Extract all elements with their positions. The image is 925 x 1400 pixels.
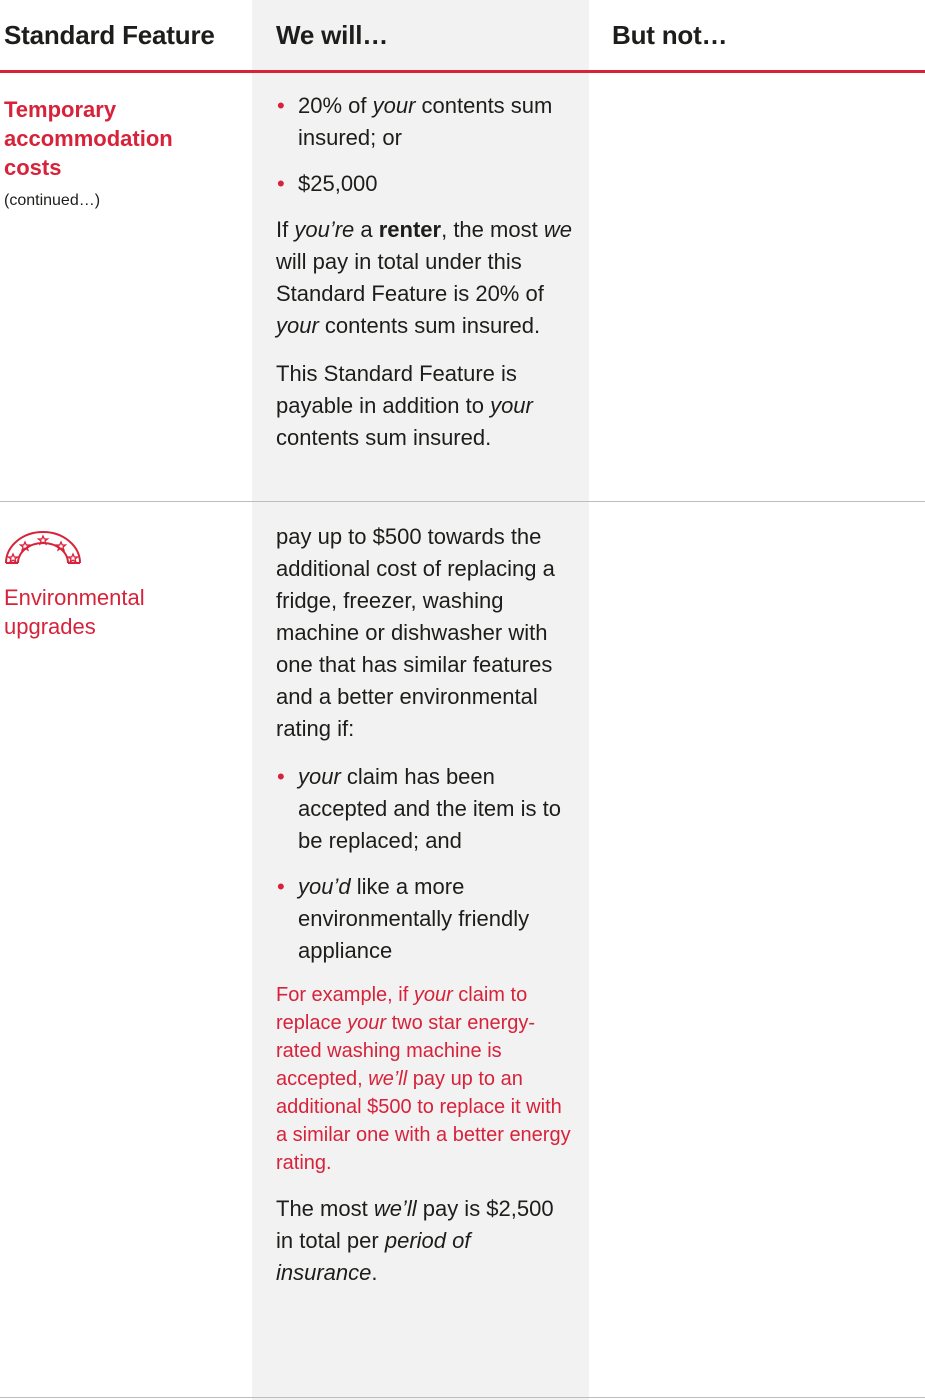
feature-temporary-accommodation: Temporary accommodation costs (continued… [4,95,234,212]
example-paragraph: For example, if your claim to replace yo… [276,984,571,1174]
row-divider [0,1397,925,1398]
feature-title: Environmental upgrades [4,585,145,639]
continued-note: (continued…) [4,192,101,209]
list-item: • 20% of your contents sum insured; or [276,90,576,154]
bullet-icon: • [277,93,285,118]
bullet-icon: • [277,874,285,899]
list-item: • your claim has been accepted and the it… [276,761,576,857]
row2-bullet-list: • your claim has been accepted and the it… [276,761,576,967]
feature-environmental-upgrades: Environmental upgrades [4,583,234,641]
header-standard-feature: Standard Feature [4,19,215,50]
bullet-icon: • [277,171,285,196]
energy-rating-stars-icon [2,527,84,571]
bullet-icon: • [277,764,285,789]
header-but-not: But not… [612,19,728,50]
additional-payable-paragraph: This Standard Feature is payable in addi… [276,361,533,450]
environmental-intro: pay up to $500 towards the additional co… [276,524,555,741]
row2-we-will-cell: pay up to $500 towards the additional co… [276,521,576,1305]
feature-title: Temporary accommodation costs [4,97,173,180]
limit-paragraph: The most we’ll pay is $2,500 in total pe… [276,1196,554,1285]
list-item: • you’d like a more environmentally frien… [276,871,576,967]
policy-table-page: Standard Feature We will… But not… Tempo… [0,0,925,1400]
row1-we-will-cell: • 20% of your contents sum insured; or • $… [276,90,576,470]
row1-bullet-list: • 20% of your contents sum insured; or • $… [276,90,576,200]
row-divider [0,501,925,502]
renter-paragraph: If you’re a renter, the most we will pay… [276,217,572,338]
header-divider [0,70,925,73]
header-we-will: We will… [276,19,389,50]
list-item: • $25,000 [276,168,576,200]
